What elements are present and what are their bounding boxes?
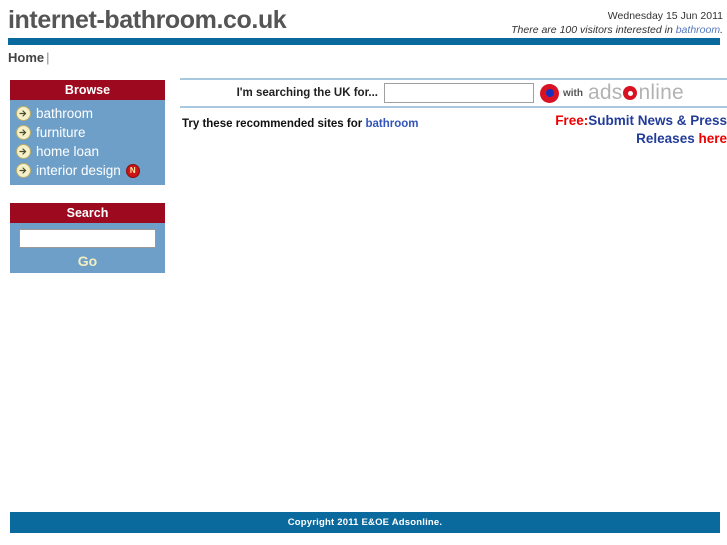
current-date: Wednesday 15 Jun 2011 xyxy=(607,10,723,22)
footer-copyright: Copyright 2011 E&OE Adsonline. xyxy=(10,512,720,533)
press-release-promo[interactable]: Free:Submit News & Press Releases here xyxy=(477,112,727,148)
sidebar-item-bathroom[interactable]: bathroom xyxy=(10,104,165,123)
with-label: with xyxy=(563,87,583,99)
logo-text-nline: nline xyxy=(638,81,684,104)
browse-panel-body: bathroom furniture home loan interior de… xyxy=(10,100,165,185)
recommended-prefix: Try these recommended sites for xyxy=(182,118,366,130)
search-bar-bottom-divider xyxy=(180,106,727,108)
promo-line2: Releases xyxy=(636,131,699,146)
nav-item-home[interactable]: Home xyxy=(8,50,44,65)
sidebar-item-label: furniture xyxy=(36,125,86,140)
sidebar-item-label: home loan xyxy=(36,144,100,159)
header-meta: Wednesday 15 Jun 2011 There are 100 visi… xyxy=(511,9,723,37)
visitor-suffix: . xyxy=(720,24,723,36)
promo-line1: Submit News & Press xyxy=(588,113,727,128)
browse-panel: Browse bathroom furniture home loan inte… xyxy=(10,80,165,185)
sidebar: Browse bathroom furniture home loan inte… xyxy=(10,80,165,291)
main-content: I'm searching the UK for... with ads nlin… xyxy=(180,78,727,162)
search-panel-body: Go xyxy=(10,223,165,273)
sidebar-item-interior-design[interactable]: interior design N xyxy=(10,161,165,180)
main-search-bar: I'm searching the UK for... with ads nlin… xyxy=(180,80,727,106)
bullseye-icon[interactable] xyxy=(540,83,559,103)
promo-here-link[interactable]: here xyxy=(698,131,727,146)
arrow-right-icon xyxy=(16,144,31,159)
search-input[interactable] xyxy=(384,83,534,103)
content-row: Try these recommended sites for bathroom… xyxy=(180,113,727,162)
sidebar-search-input[interactable] xyxy=(19,229,156,248)
page-header: internet-bathroom.co.uk Wednesday 15 Jun… xyxy=(0,0,727,45)
promo-free-label: Free: xyxy=(555,113,589,128)
visitor-count-text: There are 100 visitors interested in xyxy=(511,24,676,36)
search-panel-title: Search xyxy=(10,203,165,223)
new-badge-icon: N xyxy=(125,163,140,178)
sidebar-item-label: bathroom xyxy=(36,106,94,121)
arrow-right-icon xyxy=(16,163,31,178)
site-title: internet-bathroom.co.uk xyxy=(8,6,287,34)
logo-target-o-icon xyxy=(623,86,638,100)
adsonline-logo: ads nline xyxy=(588,81,684,105)
recommended-keyword-link[interactable]: bathroom xyxy=(365,118,418,130)
sidebar-item-label: interior design xyxy=(36,163,121,178)
sidebar-go-button[interactable]: Go xyxy=(10,253,165,269)
visitor-count-line: There are 100 visitors interested in bat… xyxy=(511,23,723,37)
sidebar-item-furniture[interactable]: furniture xyxy=(10,123,165,142)
logo-text-ads: ads xyxy=(588,81,623,104)
search-prompt-label: I'm searching the UK for... xyxy=(236,87,378,99)
breadcrumb: Home | xyxy=(8,50,50,65)
recommended-sites-text: Try these recommended sites for bathroom xyxy=(182,118,418,130)
browse-panel-title: Browse xyxy=(10,80,165,100)
visitor-keyword-link[interactable]: bathroom xyxy=(676,24,720,36)
header-divider-bar xyxy=(8,38,720,45)
sidebar-item-home-loan[interactable]: home loan xyxy=(10,142,165,161)
nav-separator: | xyxy=(46,50,50,65)
arrow-right-icon xyxy=(16,106,31,121)
arrow-right-icon xyxy=(16,125,31,140)
search-panel: Search Go xyxy=(10,203,165,273)
